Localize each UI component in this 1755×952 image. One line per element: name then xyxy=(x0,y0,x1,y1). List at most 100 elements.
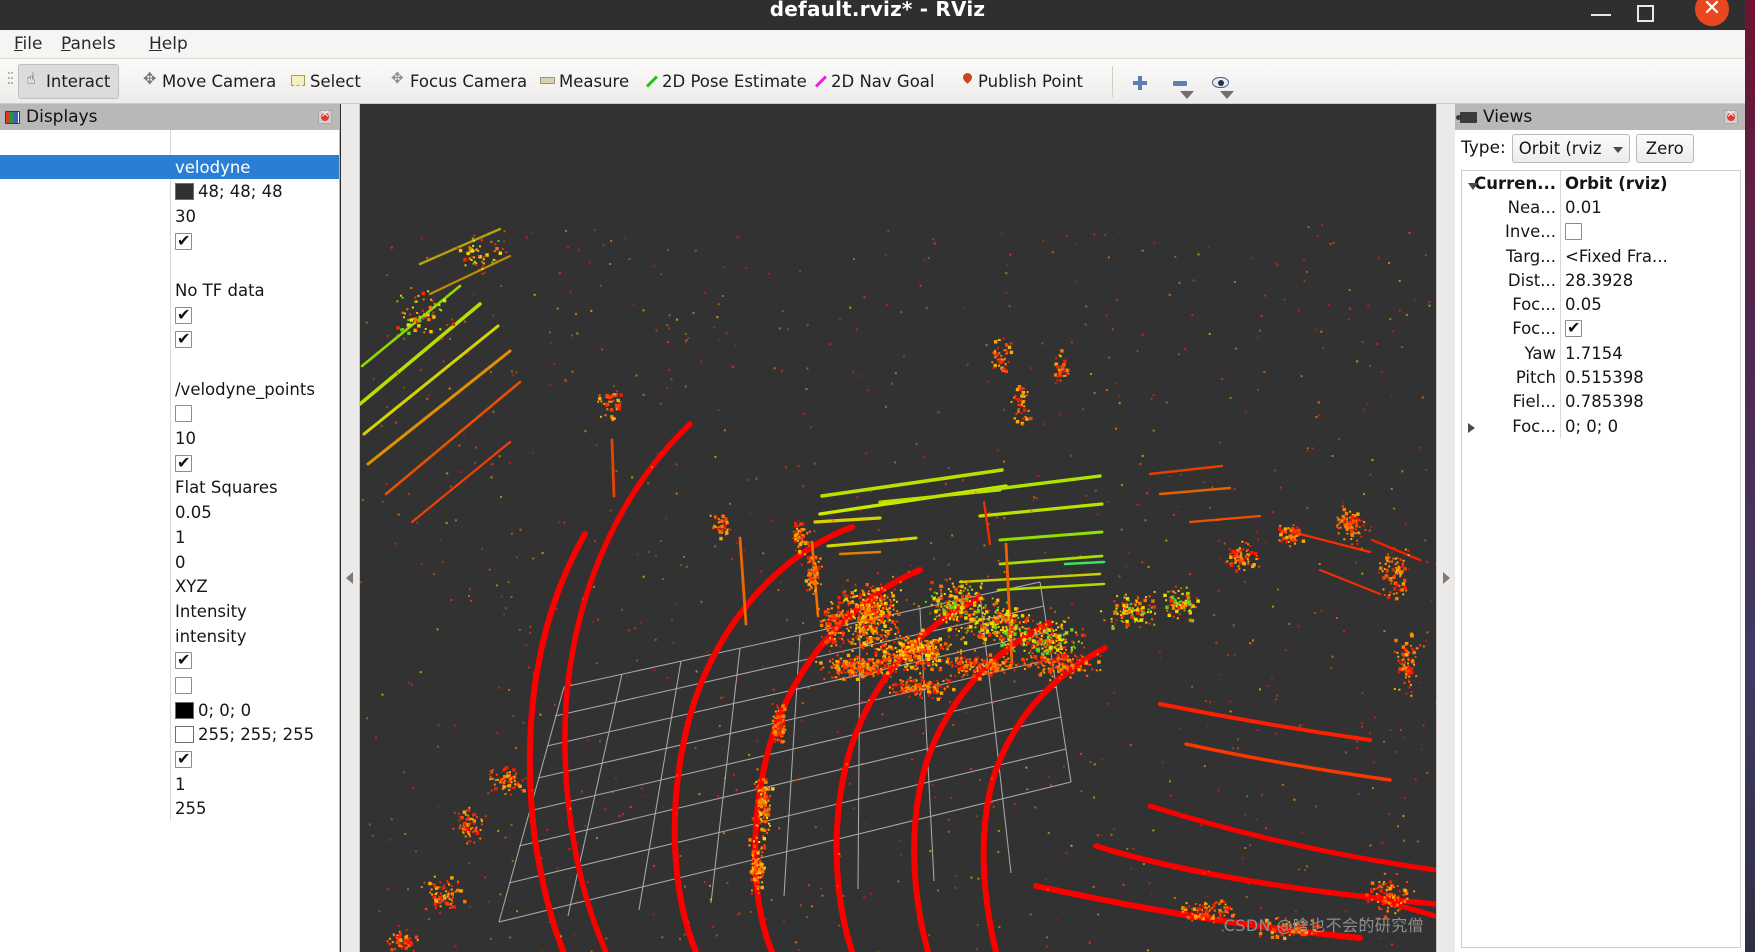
tool-2d-nav-goal[interactable]: 2D Nav Goal xyxy=(806,64,943,99)
view-property-row[interactable]: Foc... xyxy=(1462,316,1740,342)
view-property-row[interactable]: Curren... Orbit (rviz) xyxy=(1462,171,1740,196)
tool-2d-pose-estimate[interactable]: 2D Pose Estimate xyxy=(637,64,815,99)
display-row-value[interactable] xyxy=(170,405,339,423)
view-property-row[interactable]: Targ... <Fixed Fra... xyxy=(1462,243,1740,269)
maximize-button[interactable] xyxy=(1623,0,1667,30)
display-row[interactable]: Color Tra...Intensity xyxy=(0,599,339,624)
menu-help[interactable]: Help xyxy=(140,30,197,59)
view-property-value[interactable]: 0.785398 xyxy=(1560,392,1740,411)
add-tool-icon[interactable] xyxy=(1133,76,1147,90)
right-splitter-handle[interactable] xyxy=(1436,104,1455,952)
display-row[interactable]: Max Inten...255 xyxy=(0,796,339,822)
display-row-value[interactable]: 255; 255; 255 xyxy=(170,725,339,744)
display-row-value[interactable]: XYZ xyxy=(170,577,339,596)
view-property-value[interactable]: Orbit (rviz) xyxy=(1560,174,1740,193)
chevron-right-icon[interactable] xyxy=(1468,423,1475,434)
display-row[interactable]: Selectable xyxy=(0,450,339,476)
displays-tree[interactable]: Global Opti...Fixed FramevelodyneBackgro… xyxy=(0,130,339,952)
view-property-row[interactable]: Nea... 0.01 xyxy=(1462,195,1740,220)
display-row[interactable]: Decay Time0 xyxy=(0,549,339,575)
view-property-value[interactable]: <Fixed Fra... xyxy=(1560,247,1740,266)
view-property-row[interactable]: Foc... 0.05 xyxy=(1462,292,1740,317)
view-property-value[interactable] xyxy=(1560,320,1740,338)
color-swatch[interactable] xyxy=(175,701,194,719)
display-row-value[interactable]: 255 xyxy=(170,799,339,818)
display-row-value[interactable]: 1 xyxy=(170,528,339,547)
view-property-value[interactable]: 0.05 xyxy=(1560,295,1740,314)
zero-button[interactable]: Zero xyxy=(1635,133,1694,163)
display-row-value[interactable] xyxy=(170,652,339,670)
tool-properties-icon[interactable] xyxy=(1212,77,1229,88)
checkbox-unchecked[interactable] xyxy=(175,676,192,694)
view-property-row[interactable]: Pitch 0.515398 xyxy=(1462,365,1740,390)
remove-tool-icon[interactable] xyxy=(1173,81,1187,86)
display-row[interactable]: Position T...XYZ xyxy=(0,574,339,600)
checkbox-checked[interactable] xyxy=(175,232,192,250)
views-property-tree[interactable]: Curren... Orbit (rviz) Nea... 0.01 Inve... Ta… xyxy=(1461,170,1741,948)
checkbox-checked[interactable] xyxy=(175,751,192,769)
display-row-value[interactable] xyxy=(170,232,339,250)
view-property-row[interactable]: Foc... 0; 0; 0 xyxy=(1462,413,1740,439)
view-property-value[interactable]: 0.515398 xyxy=(1560,368,1740,387)
checkbox-checked[interactable] xyxy=(175,306,192,324)
display-row-value[interactable] xyxy=(170,331,339,349)
tool-publish-point[interactable]: Publish Point xyxy=(951,64,1091,99)
display-row[interactable]: Frame Rate30 xyxy=(0,204,339,229)
display-row[interactable]: Unreliable xyxy=(0,401,339,427)
collapse-right-panel-icon[interactable] xyxy=(1443,572,1450,584)
display-row[interactable]: Backgrou...48; 48; 48 xyxy=(0,179,339,205)
display-row[interactable]: Autocom... xyxy=(0,747,339,772)
display-row-value[interactable]: intensity xyxy=(170,627,339,646)
display-row-value[interactable]: 0.05 xyxy=(170,503,339,522)
display-row-value[interactable] xyxy=(170,454,339,472)
tool-focus-camera[interactable]: Focus Camera xyxy=(383,64,535,99)
display-row-value[interactable]: No TF data xyxy=(170,281,339,300)
display-row-value[interactable] xyxy=(170,676,339,694)
view-property-row[interactable]: Yaw 1.7154 xyxy=(1462,341,1740,366)
display-row[interactable]: Min Color0; 0; 0 xyxy=(0,697,339,723)
collapse-left-panel-icon[interactable] xyxy=(346,572,353,584)
display-row[interactable]: Size (m)0.05 xyxy=(0,500,339,525)
checkbox-unchecked[interactable] xyxy=(175,405,192,423)
display-row[interactable]: StyleFlat Squares xyxy=(0,475,339,501)
display-row-value[interactable] xyxy=(170,751,339,769)
render-viewport-3d[interactable]: CSDN @啥也不会的研究僧 xyxy=(360,104,1436,952)
color-swatch[interactable] xyxy=(175,726,194,744)
display-row-value[interactable] xyxy=(170,306,339,324)
close-button[interactable]: ✕ xyxy=(1695,0,1729,30)
display-row[interactable]: Queue Size10 xyxy=(0,426,339,451)
display-row[interactable]: Use rainbow xyxy=(0,648,339,674)
tool-select[interactable]: Select xyxy=(283,64,369,99)
minimize-button[interactable] xyxy=(1579,0,1623,30)
display-row[interactable]: Global Stat... xyxy=(0,253,339,279)
display-row[interactable]: Fixed Fr...No TF data xyxy=(0,278,339,303)
display-row[interactable]: Invert Rai... xyxy=(0,673,339,698)
display-row[interactable]: Topic/velodyne_points xyxy=(0,376,339,402)
menu-file[interactable]: File xyxy=(5,30,51,59)
view-property-value[interactable]: 28.3928 xyxy=(1560,271,1740,290)
toolbar-drag-handle[interactable] xyxy=(8,72,13,92)
chevron-down-icon[interactable] xyxy=(1468,182,1478,190)
display-row-value[interactable]: velodyne xyxy=(170,158,339,177)
checkbox-unchecked[interactable] xyxy=(1565,223,1582,241)
view-property-row[interactable]: Fiel... 0.785398 xyxy=(1462,389,1740,414)
close-views-panel-button[interactable] xyxy=(1724,107,1738,124)
menu-panels[interactable]: Panels xyxy=(52,30,125,59)
display-row-value[interactable]: /velodyne_points xyxy=(170,380,339,399)
view-property-row[interactable]: Inve... xyxy=(1462,219,1740,244)
view-property-value[interactable] xyxy=(1560,223,1740,241)
checkbox-checked[interactable] xyxy=(175,652,192,670)
checkbox-checked[interactable] xyxy=(175,331,192,349)
tool-properties-chevron-down-icon[interactable] xyxy=(1220,91,1234,99)
display-row-value[interactable]: 30 xyxy=(170,207,339,226)
display-row-value[interactable]: 10 xyxy=(170,429,339,448)
display-row[interactable]: Min Inten...1 xyxy=(0,771,339,797)
display-row[interactable]: Max Color255; 255; 255 xyxy=(0,722,339,748)
display-row[interactable]: Default Li... xyxy=(0,228,339,254)
display-row[interactable]: Channel N...intensity xyxy=(0,623,339,649)
display-row[interactable]: PointCloud2 xyxy=(0,327,339,353)
checkbox-checked[interactable] xyxy=(175,454,192,472)
close-displays-panel-button[interactable] xyxy=(318,107,332,124)
remove-tool-chevron-down-icon[interactable] xyxy=(1180,91,1194,99)
display-row-value[interactable]: 1 xyxy=(170,775,339,794)
